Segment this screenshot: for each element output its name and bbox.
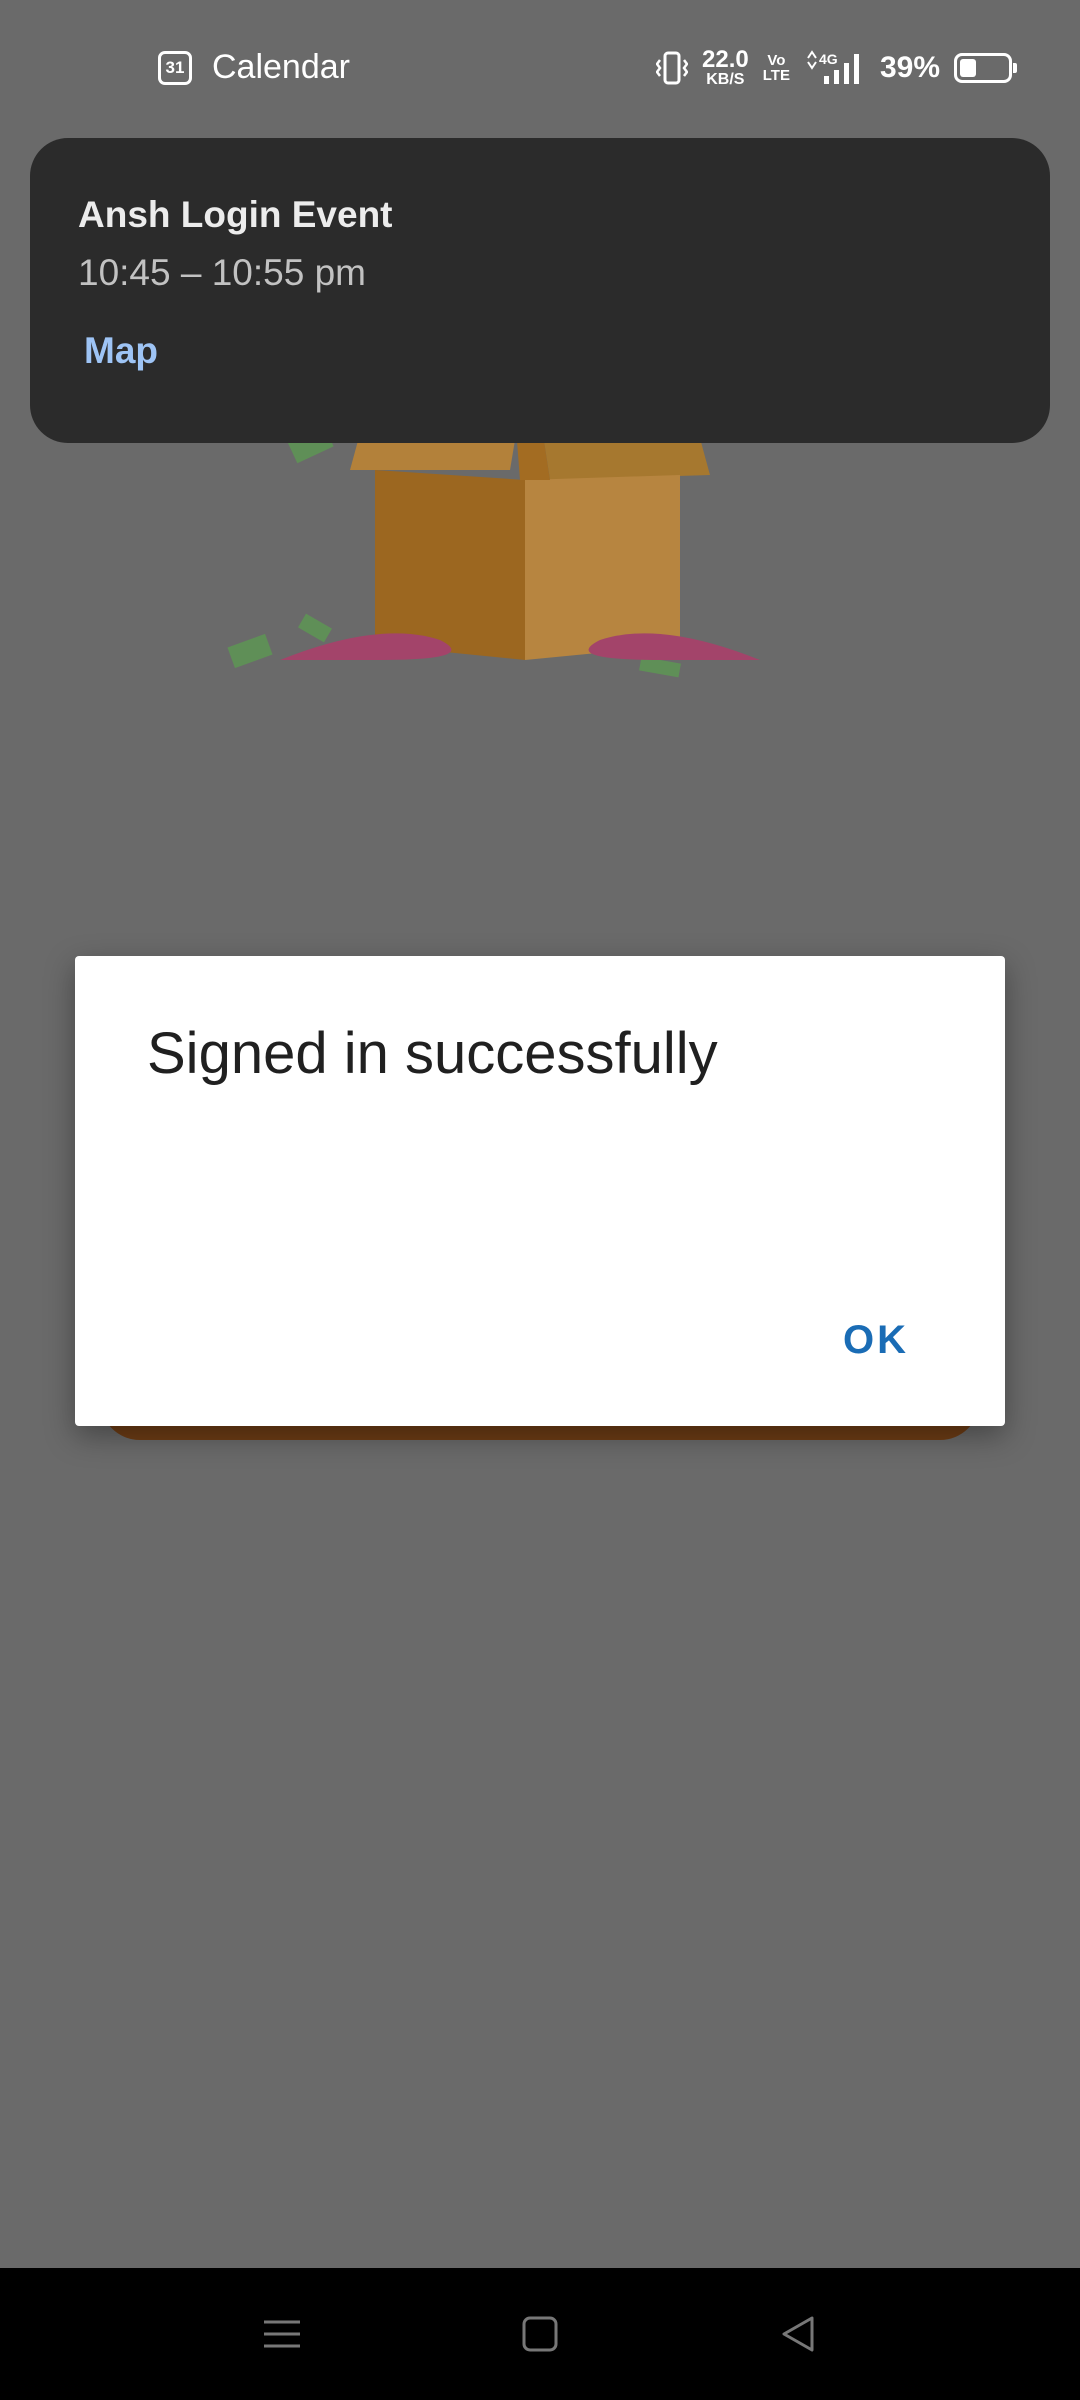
network-speed-unit: KB/S (706, 71, 745, 88)
map-button[interactable]: Map (84, 330, 158, 372)
recent-apps-button[interactable] (250, 2302, 314, 2366)
calendar-notification[interactable]: Ansh Login Event 10:45 – 10:55 pm Map (30, 138, 1050, 443)
notification-time: 10:45 – 10:55 pm (78, 252, 366, 293)
status-notification-source: 31 Calendar (158, 48, 350, 87)
status-indicators: 22.0 KB/S Vo LTE 4G 39% (656, 48, 1017, 88)
notification-title: Ansh Login Event (78, 194, 393, 235)
menu-icon (264, 2320, 300, 2348)
dialog-title: Signed in successfully (147, 1021, 718, 1086)
vibrate-icon (656, 51, 689, 85)
signal-icon: 4G (807, 50, 859, 84)
battery-percent: 39% (879, 51, 940, 84)
network-speed: 22.0 KB/S (702, 48, 749, 88)
navigation-bar (0, 2268, 1080, 2400)
volte-top-label: Vo (767, 52, 786, 69)
home-button[interactable] (508, 2302, 572, 2366)
success-dialog: Signed in successfully OK (75, 956, 1005, 1426)
home-icon (522, 2316, 558, 2352)
back-button[interactable] (766, 2302, 830, 2366)
volte-icon: Vo LTE (763, 53, 790, 83)
back-icon (782, 2316, 814, 2352)
status-bar: 31 Calendar 22.0 KB/S Vo LTE 4G 39% (0, 0, 1080, 140)
network-type-label: 4G (819, 51, 838, 67)
ok-button[interactable]: OK (843, 1318, 909, 1363)
battery-icon (954, 53, 1017, 83)
volte-bottom-label: LTE (762, 67, 790, 84)
calendar-icon: 31 (158, 50, 192, 85)
network-speed-value: 22.0 (702, 46, 749, 73)
status-app-name: Calendar (212, 48, 350, 86)
